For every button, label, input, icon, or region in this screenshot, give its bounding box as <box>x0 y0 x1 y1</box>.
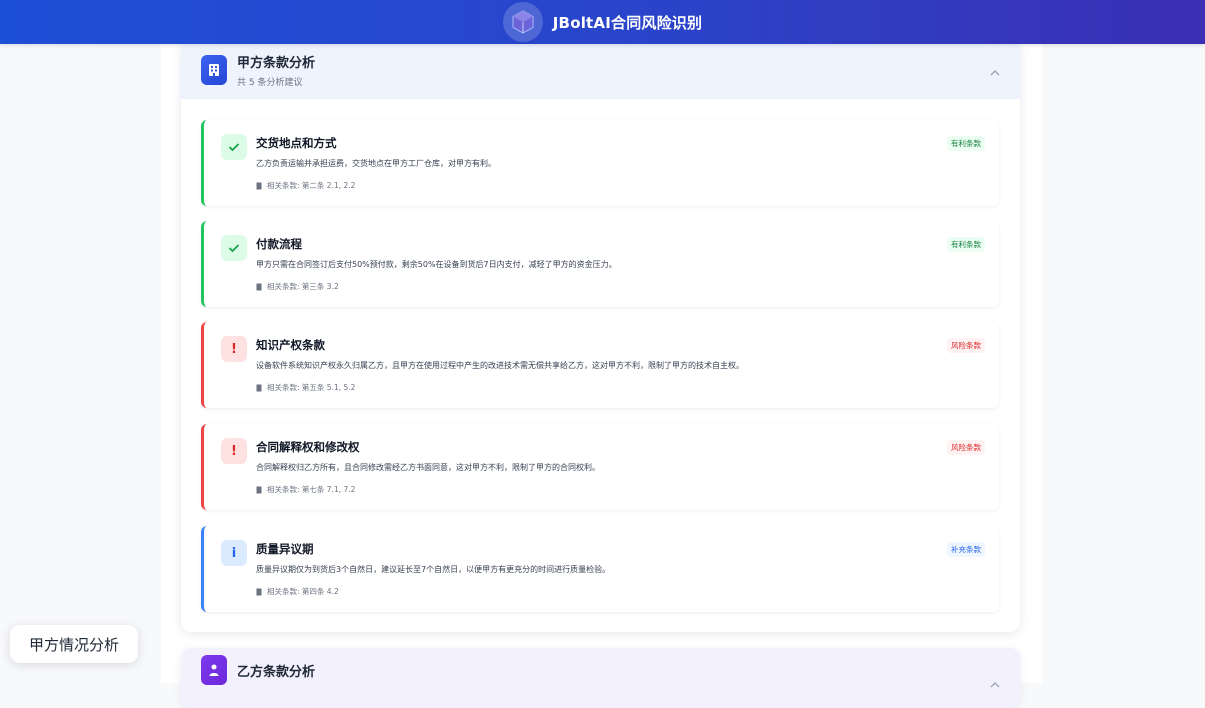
clause-description: 甲方只需在合同签订后支付50%预付款，剩余50%在设备到货后7日内支付，减轻了甲… <box>256 260 617 269</box>
chevron-up-icon[interactable] <box>990 62 1000 81</box>
clause-title: 质量异议期 <box>256 542 314 556</box>
document-icon <box>256 182 262 189</box>
building-icon <box>201 54 227 85</box>
app-title: JBoltAI合同风险识别 <box>552 13 703 32</box>
check-icon <box>221 134 247 160</box>
clause-title: 合同解释权和修改权 <box>256 440 360 454</box>
document-icon <box>256 283 262 290</box>
check-icon <box>221 235 247 261</box>
status-badge: 风险条款 <box>947 338 985 353</box>
document-icon <box>256 588 262 595</box>
clause-reference-text: 相关条款: 第二条 2.1, 2.2 <box>267 181 356 190</box>
clause-item[interactable]: 交货地点和方式 乙方负责运输并承担运费，交货地点在甲方工厂仓库，对甲方有利。 相… <box>201 120 999 206</box>
clause-item[interactable]: ! 合同解释权和修改权 合同解释权归乙方所有，且合同修改需经乙方书面同意，这对甲… <box>201 424 999 510</box>
exclamation-icon: ! <box>221 438 247 464</box>
party-b-card-header[interactable]: 乙方条款分析 <box>181 648 1020 692</box>
party-a-clause-card: 甲方条款分析 共 5 条分析建议 交货地点和方式 乙方负责运输并承担运费，交货地… <box>181 40 1020 632</box>
clause-description: 合同解释权归乙方所有，且合同修改需经乙方书面同意，这对甲方不利，限制了甲方的合同… <box>256 463 600 472</box>
document-icon <box>256 486 262 493</box>
logo-icon <box>502 2 543 42</box>
person-icon <box>201 655 227 685</box>
party-b-clause-card: 乙方条款分析 <box>181 648 1020 708</box>
party-a-card-header[interactable]: 甲方条款分析 共 5 条分析建议 <box>181 40 1020 99</box>
app-header: JBoltAI合同风险识别 <box>0 0 1205 44</box>
exclamation-icon: ! <box>221 336 247 362</box>
clause-reference: 相关条款: 第三条 3.2 <box>256 281 339 292</box>
status-badge: 有利条款 <box>947 136 985 151</box>
clause-reference: 相关条款: 第四条 4.2 <box>256 586 339 597</box>
clause-description: 乙方负责运输并承担运费，交货地点在甲方工厂仓库，对甲方有利。 <box>256 159 496 168</box>
chevron-up-icon[interactable] <box>990 674 1000 693</box>
clause-title: 付款流程 <box>256 237 302 251</box>
clause-reference-text: 相关条款: 第七条 7.1, 7.2 <box>267 485 356 494</box>
clause-item[interactable]: 付款流程 甲方只需在合同签订后支付50%预付款，剩余50%在设备到货后7日内支付… <box>201 221 999 307</box>
status-badge: 有利条款 <box>947 237 985 252</box>
clause-title: 交货地点和方式 <box>256 136 337 150</box>
info-icon: i <box>221 540 247 566</box>
clause-reference: 相关条款: 第五条 5.1, 5.2 <box>256 382 355 393</box>
document-icon <box>256 384 262 391</box>
clause-description: 质量异议期仅为到货后3个自然日，建议延长至7个自然日，以便甲方有更充分的时间进行… <box>256 565 611 574</box>
section-title: 乙方条款分析 <box>237 664 316 680</box>
clause-reference-text: 相关条款: 第三条 3.2 <box>267 282 339 291</box>
status-badge: 风险条款 <box>947 440 985 455</box>
clause-reference-text: 相关条款: 第四条 4.2 <box>267 587 339 596</box>
section-title: 甲方条款分析 <box>237 55 316 71</box>
section-subtitle: 共 5 条分析建议 <box>237 77 303 88</box>
status-badge: 补充条款 <box>947 542 985 557</box>
clause-reference-text: 相关条款: 第五条 5.1, 5.2 <box>267 383 356 392</box>
clause-reference: 相关条款: 第二条 2.1, 2.2 <box>256 180 355 191</box>
clause-item[interactable]: ! 知识产权条款 设备软件系统知识产权永久归属乙方，且甲方在使用过程中产生的改进… <box>201 322 999 408</box>
clause-reference: 相关条款: 第七条 7.1, 7.2 <box>256 484 355 495</box>
clause-title: 知识产权条款 <box>256 338 325 352</box>
clause-description: 设备软件系统知识产权永久归属乙方，且甲方在使用过程中产生的改进技术需无偿共享给乙… <box>256 361 744 370</box>
clause-item[interactable]: i 质量异议期 质量异议期仅为到货后3个自然日，建议延长至7个自然日，以便甲方有… <box>201 526 999 612</box>
party-a-analysis-tag[interactable]: 甲方情况分析 <box>10 625 138 663</box>
